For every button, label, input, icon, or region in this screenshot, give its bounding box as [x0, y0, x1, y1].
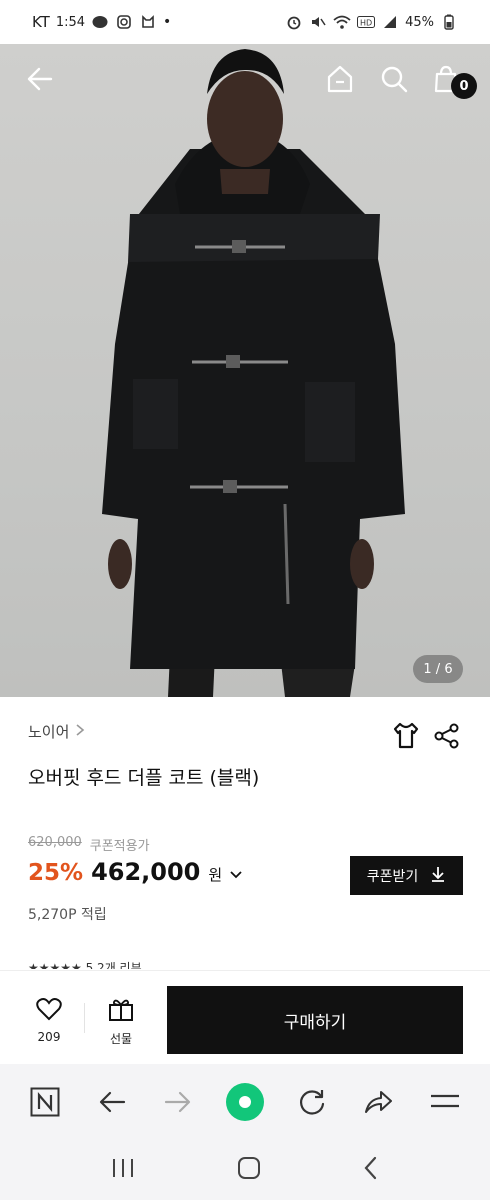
- coupon-button-label: 쿠폰받기: [366, 868, 419, 885]
- green-dot-icon[interactable]: [223, 1080, 267, 1124]
- status-right: HD 45%: [285, 13, 458, 31]
- talk-icon: [91, 13, 109, 31]
- battery-icon: [440, 13, 458, 31]
- brand-name: 노이어: [28, 723, 70, 741]
- like-button[interactable]: 209: [24, 997, 74, 1044]
- purchase-bar: 209 선물 구매하기: [0, 970, 490, 1065]
- original-price-row: 620,000 쿠폰적용가: [28, 835, 150, 854]
- battery-label: 45%: [405, 14, 434, 30]
- coupon-download-button[interactable]: 쿠폰받기: [350, 856, 463, 895]
- menu-icon[interactable]: [423, 1080, 467, 1124]
- product-image-carousel[interactable]: 0 1 / 6: [0, 44, 490, 697]
- like-count: 209: [37, 1030, 61, 1044]
- chevron-right-icon: [75, 723, 85, 741]
- share-icon[interactable]: [434, 723, 460, 753]
- time-label: 1:54: [55, 14, 86, 30]
- download-icon: [430, 866, 446, 886]
- currency-label: 원: [208, 866, 223, 884]
- status-left: KT 1:54 •: [32, 13, 171, 31]
- original-price: 620,000: [28, 835, 82, 850]
- gift-button[interactable]: 선물: [96, 997, 146, 1047]
- product-photo: [102, 49, 405, 697]
- recent-apps-icon[interactable]: [111, 1157, 135, 1183]
- divider: [84, 1003, 85, 1033]
- naver-icon[interactable]: [23, 1080, 67, 1124]
- instagram-icon: [115, 13, 133, 31]
- alarm-icon: [285, 13, 303, 31]
- wifi-icon: [333, 13, 351, 31]
- mute-icon: [309, 13, 327, 31]
- product-title: 오버핏 후드 더플 코트 (블랙): [28, 767, 260, 789]
- status-bar: KT 1:54 • HD 45%: [0, 0, 490, 44]
- rating-summary[interactable]: ★★★★★ 5 2개 리뷰: [28, 959, 142, 969]
- search-icon[interactable]: [374, 59, 414, 99]
- back-arrow-icon[interactable]: [20, 59, 60, 99]
- system-nav-bar: [0, 1140, 490, 1200]
- dot-icon: •: [163, 14, 172, 30]
- signal-icon: [381, 13, 399, 31]
- reward-points: 5,270P 적립: [28, 907, 107, 923]
- hd-icon: HD: [357, 13, 376, 31]
- brand-link[interactable]: 노이어: [28, 721, 85, 742]
- svg-text:HD: HD: [360, 19, 372, 28]
- coupon-price-label: 쿠폰적용가: [89, 839, 150, 854]
- app-icon: [139, 13, 157, 31]
- price-row[interactable]: 25% 462,000 원: [28, 858, 242, 886]
- browser-forward-icon[interactable]: [156, 1080, 200, 1124]
- browser-back-icon[interactable]: [90, 1080, 134, 1124]
- discount-rate: 25%: [28, 860, 84, 886]
- gift-icon: [108, 997, 134, 1024]
- cart-count-badge: 0: [451, 73, 477, 99]
- back-nav-icon[interactable]: [363, 1156, 379, 1184]
- carrier-label: KT: [32, 13, 50, 31]
- hanger-icon[interactable]: [392, 721, 420, 755]
- gift-label: 선물: [109, 1032, 133, 1046]
- chevron-down-icon: [230, 865, 242, 884]
- browser-toolbar: [0, 1064, 490, 1140]
- sale-price: 462,000: [91, 858, 201, 886]
- home-nav-icon[interactable]: [237, 1156, 261, 1184]
- heart-icon: [36, 997, 62, 1024]
- share-arrow-icon[interactable]: [356, 1080, 400, 1124]
- home-icon[interactable]: [320, 59, 360, 99]
- image-page-indicator: 1 / 6: [413, 655, 463, 683]
- refresh-icon[interactable]: [290, 1080, 334, 1124]
- buy-button[interactable]: 구매하기: [167, 986, 463, 1054]
